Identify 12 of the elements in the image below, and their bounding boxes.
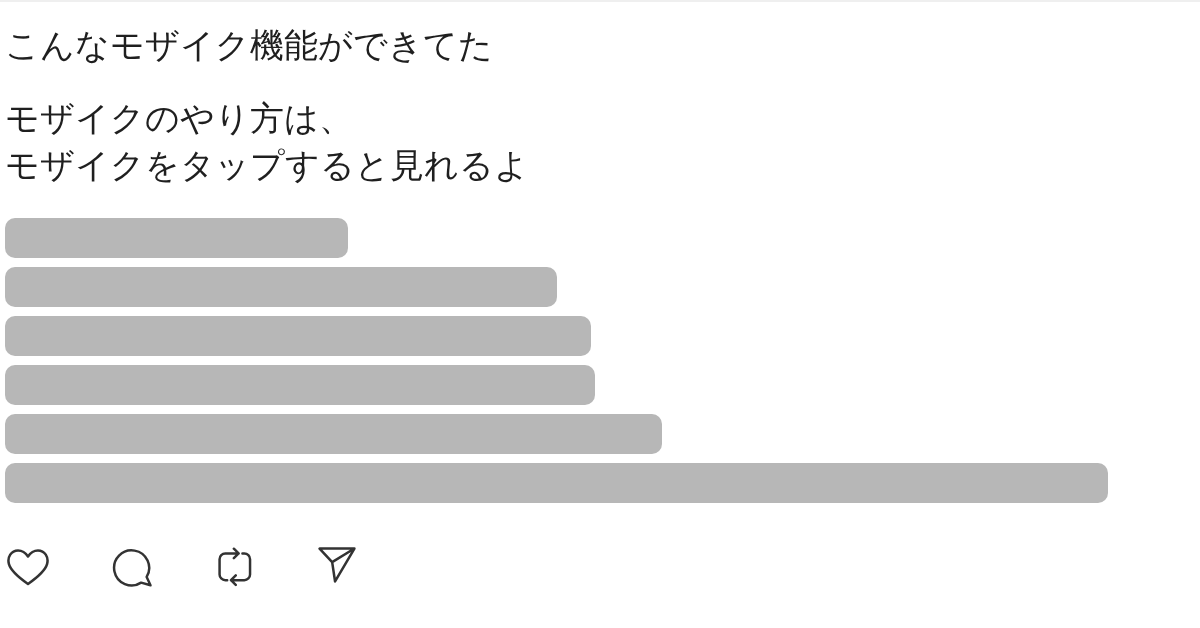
mosaic-bar[interactable] [5,316,591,356]
mosaic-bar[interactable] [5,463,1108,503]
mosaic-bar[interactable] [5,218,348,258]
speech-bubble-icon[interactable] [112,547,152,587]
post-text: モザイクをタップすると見れるよ [5,145,529,186]
post-text: こんなモザイク機能ができてた [5,25,493,66]
post-text: モザイクのやり方は、 [5,98,353,139]
mosaic-bar[interactable] [5,365,595,405]
mosaic-bar[interactable] [5,414,662,454]
heart-icon[interactable] [7,547,49,587]
mosaic-bar[interactable] [5,267,557,307]
paper-plane-icon[interactable] [318,547,356,583]
